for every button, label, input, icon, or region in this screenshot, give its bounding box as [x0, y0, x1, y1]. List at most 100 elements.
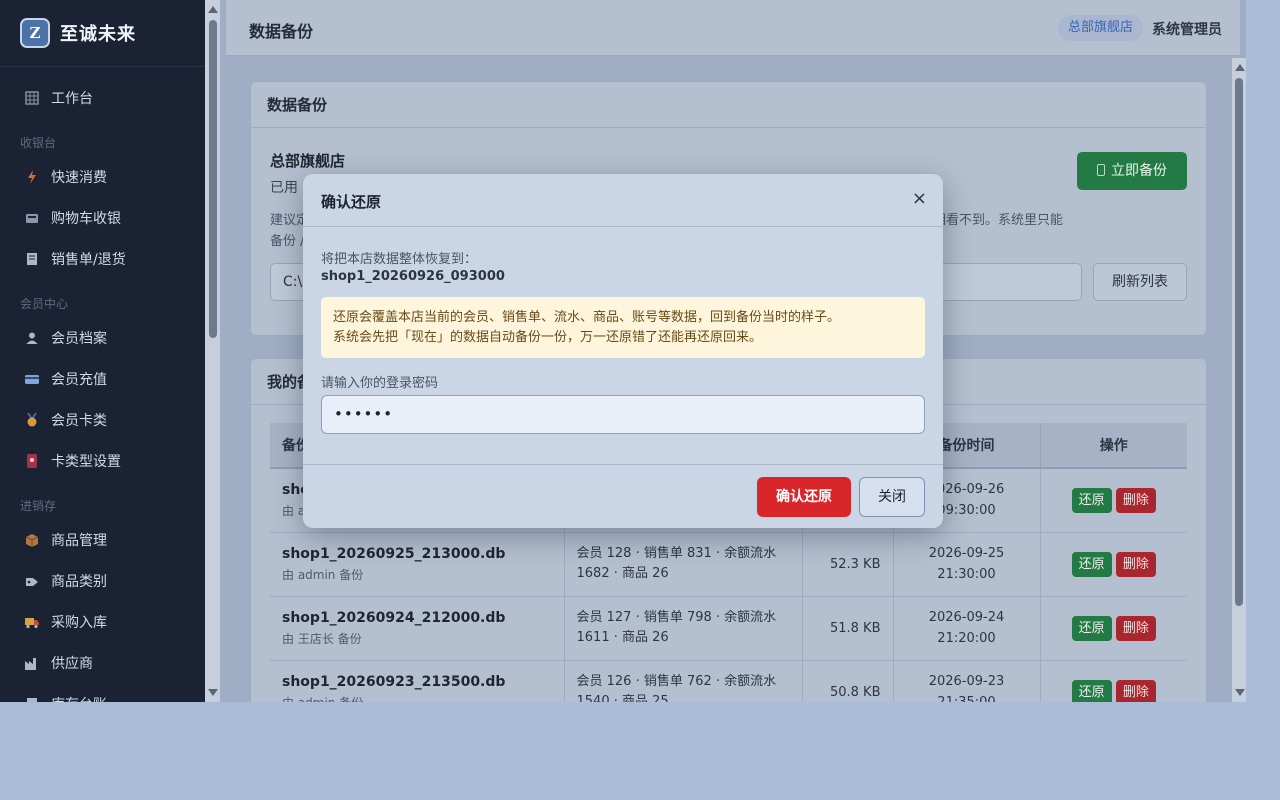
sidebar-item-member-recharge[interactable]: 会员充值 [0, 358, 205, 399]
nav-group-cashier: 收银台 [20, 136, 57, 150]
sidebar-item-label: 供应商 [51, 655, 93, 672]
brand-logo-icon: Z [20, 18, 50, 48]
card-title: 数据备份 [251, 82, 1206, 128]
restore-button[interactable]: 还原 [1071, 551, 1112, 577]
sidebar-item-label: 会员档案 [51, 330, 107, 347]
brand-name: 至诚未来 [60, 24, 136, 45]
usage-text: 已用 [270, 180, 298, 196]
backup-counts: 会员 126 · 销售单 762 · 余额流水 1540 · 商品 25 [564, 660, 803, 702]
factory-icon [25, 656, 39, 670]
sidebar-item-quick-consume[interactable]: 快速消费 [0, 156, 205, 197]
brand[interactable]: Z 至诚未来 [0, 0, 205, 67]
table-row: shop1_20260924_212000.db 由 王店长 备份 会员 127 … [270, 596, 1187, 661]
scrollbar-thumb[interactable] [1235, 78, 1243, 606]
row-actions: 还原 删除 [1040, 532, 1187, 597]
sidebar-scrollbar[interactable] [205, 0, 220, 702]
backup-date: 2026-09-25 [928, 546, 1005, 561]
top-bar: 数据备份 总部旗舰店 系统管理员 [226, 0, 1240, 56]
column-header: 操作 [1040, 423, 1187, 469]
backup-filename: shop1_20260923_213500.db [282, 673, 506, 690]
dialog-title: 确认还原 [321, 193, 382, 211]
backup-clock: 21:20:00 [937, 631, 996, 646]
sidebar-item-label: 卡类型设置 [51, 453, 121, 470]
backup-time: 2026-09-25 21:30:00 [893, 532, 1041, 597]
receipt-icon [25, 252, 39, 266]
user-menu[interactable]: 系统管理员 [1152, 19, 1222, 39]
restore-button[interactable]: 还原 [1071, 615, 1112, 641]
sidebar-item-workbench[interactable]: 工作台 [0, 77, 205, 118]
sidebar-item-label: 销售单/退货 [51, 251, 126, 268]
sidebar-item-member-card-class[interactable]: 会员卡类 [0, 399, 205, 440]
restore-button[interactable]: 还原 [1071, 679, 1112, 702]
delete-button[interactable]: 删除 [1115, 615, 1156, 641]
truck-icon [25, 615, 39, 629]
password-label: 请输入你的登录密码 [321, 376, 439, 391]
sidebar-item-member-profile[interactable]: 会员档案 [0, 317, 205, 358]
backup-date: 2026-09-23 [928, 674, 1005, 689]
backup-creator: 由 admin 备份 [282, 567, 364, 582]
sidebar-item-stock-ledger[interactable]: 库存台账 [0, 683, 205, 702]
card-icon [25, 372, 39, 386]
store-switcher[interactable]: 总部旗舰店 [1058, 15, 1144, 41]
content-scrollbar[interactable] [1232, 58, 1246, 702]
close-icon[interactable]: × [912, 188, 927, 210]
user-icon [25, 331, 39, 345]
app-window: Z 至诚未来 工作台 收银台 快速消费 购物车收银 销售单/退货 会员中心 会员… [0, 0, 1246, 702]
warning-line: 系统会先把「现在」的数据自动备份一份，万一还原错了还能再还原回来。 [333, 330, 763, 345]
sidebar-item-label: 工作台 [51, 90, 93, 107]
nav-group-inventory: 进销存 [20, 499, 57, 513]
confirm-restore-button[interactable]: 确认还原 [757, 477, 851, 517]
scroll-up-arrow-icon[interactable] [208, 6, 218, 13]
restore-intro: 将把本店数据整体恢复到： [321, 252, 478, 267]
row-actions: 还原 删除 [1040, 660, 1187, 702]
table-row: shop1_20260925_213000.db 由 admin 备份 会员 12… [270, 532, 1187, 597]
close-button[interactable]: 关闭 [859, 477, 925, 517]
sidebar-item-purchase-inbound[interactable]: 采购入库 [0, 601, 205, 642]
restore-target-file: shop1_20260926_093000 [321, 269, 505, 284]
backup-size: 50.8 KB [802, 660, 894, 702]
restore-button[interactable]: 还原 [1071, 487, 1112, 513]
database-icon [1097, 164, 1105, 176]
sidebar-item-label: 快速消费 [51, 169, 107, 186]
backup-name-cell: shop1_20260924_212000.db 由 王店长 备份 [270, 596, 565, 661]
tag-icon [25, 574, 39, 588]
backup-counts: 会员 127 · 销售单 798 · 余额流水 1611 · 商品 26 [564, 596, 803, 661]
scrollbar-thumb[interactable] [209, 20, 217, 338]
box-icon [25, 533, 39, 547]
refresh-list-button[interactable]: 刷新列表 [1093, 263, 1187, 301]
warning-line: 还原会覆盖本店当前的会员、销售单、流水、商品、账号等数据，回到备份当时的样子。 [333, 310, 841, 325]
backup-time: 2026-09-24 21:20:00 [893, 596, 1041, 661]
delete-button[interactable]: 删除 [1115, 551, 1156, 577]
sidebar-item-cart-checkout[interactable]: 购物车收银 [0, 197, 205, 238]
scroll-down-arrow-icon[interactable] [1235, 689, 1245, 696]
dialog-header: 确认还原 × [303, 174, 943, 227]
sidebar-item-product-category[interactable]: 商品类别 [0, 560, 205, 601]
sidebar-item-sales-returns[interactable]: 销售单/退货 [0, 238, 205, 279]
backup-now-button[interactable]: 立即备份 [1077, 152, 1187, 190]
password-input[interactable]: •••••• [321, 395, 925, 434]
lightning-icon [25, 169, 39, 184]
backup-date: 2026-09-24 [928, 610, 1005, 625]
nav-group-member: 会员中心 [20, 297, 69, 311]
store-name: 总部旗舰店 [270, 152, 346, 170]
sidebar-item-supplier[interactable]: 供应商 [0, 642, 205, 683]
backup-clock: 21:30:00 [937, 567, 996, 582]
delete-button[interactable]: 删除 [1115, 487, 1156, 513]
sidebar-item-label: 购物车收银 [51, 210, 121, 227]
cash-register-icon [25, 211, 39, 225]
backup-name-cell: shop1_20260923_213500.db 由 admin 备份 [270, 660, 565, 702]
backup-filename: shop1_20260924_212000.db [282, 609, 506, 626]
sidebar-item-label: 库存台账 [51, 694, 107, 703]
backup-clock: 21:35:00 [894, 692, 1040, 702]
row-actions: 还原 删除 [1040, 596, 1187, 661]
scroll-down-arrow-icon[interactable] [208, 689, 218, 696]
grid-icon [25, 90, 39, 105]
sidebar: Z 至诚未来 工作台 收银台 快速消费 购物车收银 销售单/退货 会员中心 会员… [0, 0, 205, 702]
medal-icon [25, 411, 39, 427]
sidebar-item-label: 会员充值 [51, 371, 107, 388]
sidebar-item-product-management[interactable]: 商品管理 [0, 519, 205, 560]
sidebar-item-card-type-settings[interactable]: 卡类型设置 [0, 440, 205, 481]
backup-size: 51.8 KB [802, 596, 894, 661]
delete-button[interactable]: 删除 [1115, 679, 1156, 702]
scroll-up-arrow-icon[interactable] [1235, 64, 1245, 71]
